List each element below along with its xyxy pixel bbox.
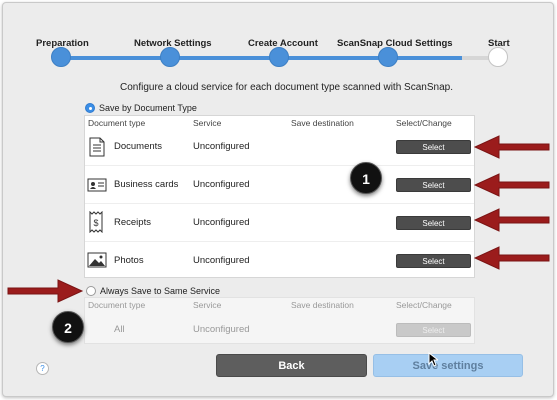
mouse-cursor-icon [428,352,438,367]
arrow-right-icon [7,279,84,303]
header-select-change: Select/Change [396,118,452,128]
header-save-destination: Save destination [291,300,354,310]
same-service-option[interactable]: Always Save to Same Service [86,286,220,296]
header-save-destination: Save destination [291,118,354,128]
same-service-radio[interactable] [86,286,96,296]
row-service-all: Unconfigured [193,324,250,335]
row-type-business-cards: Business cards [114,179,179,190]
save-by-type-option[interactable]: Save by Document Type [85,103,197,113]
save-by-type-radio[interactable] [85,103,95,113]
step-label-scansnap-cloud-settings: ScanSnap Cloud Settings [337,38,453,49]
svg-text:$: $ [93,218,98,228]
arrow-left-icon [473,135,550,159]
header-select-change: Select/Change [396,300,452,310]
step-dot-create-account [269,47,289,67]
save-settings-button[interactable]: Save settings [373,354,523,377]
select-button-documents[interactable]: Select [396,140,471,154]
arrow-left-icon [473,208,550,232]
step-label-network-settings: Network Settings [134,38,212,49]
save-by-type-label: Save by Document Type [99,103,197,113]
same-service-label: Always Save to Same Service [100,286,221,296]
select-button-all: Select [396,323,471,337]
row-service-business-cards: Unconfigured [193,179,250,190]
receipt-icon: $ [89,211,103,233]
business-card-icon [87,178,107,192]
row-type-receipts: Receipts [114,217,151,228]
arrow-left-icon [473,246,550,270]
step-dot-preparation [51,47,71,67]
step-dot-start [488,47,508,67]
step-label-start: Start [488,38,510,49]
header-document-type: Document type [88,118,146,128]
row-type-photos: Photos [114,255,144,266]
header-service: Service [193,300,222,310]
progress-track-done [62,56,462,60]
arrow-left-icon [473,173,550,197]
header-document-type: Document type [88,300,146,310]
document-icon [89,137,105,157]
photo-icon [87,252,107,268]
callout-badge-2: 2 [52,311,84,343]
row-service-photos: Unconfigured [193,255,250,266]
document-type-table: Document type Service Save destination S… [84,115,475,278]
step-label-preparation: Preparation [36,38,89,49]
row-type-documents: Documents [114,141,163,152]
select-button-photos[interactable]: Select [396,254,471,268]
step-dot-scansnap-cloud-settings [378,47,398,67]
callout-badge-1: 1 [350,162,382,194]
header-service: Service [193,118,222,128]
select-button-business-cards[interactable]: Select [396,178,471,192]
intro-text: Configure a cloud service for each docum… [120,82,453,93]
row-divider [85,165,474,166]
row-type-all: All [114,324,125,335]
select-button-receipts[interactable]: Select [396,216,471,230]
row-service-receipts: Unconfigured [193,217,250,228]
row-divider [85,203,474,204]
row-divider [85,241,474,242]
step-label-create-account: Create Account [248,38,318,49]
help-button[interactable]: ? [36,362,49,375]
back-button[interactable]: Back [216,354,367,377]
row-service-documents: Unconfigured [193,141,250,152]
same-service-table: Document type Service Save destination S… [84,297,475,344]
step-dot-network-settings [160,47,180,67]
